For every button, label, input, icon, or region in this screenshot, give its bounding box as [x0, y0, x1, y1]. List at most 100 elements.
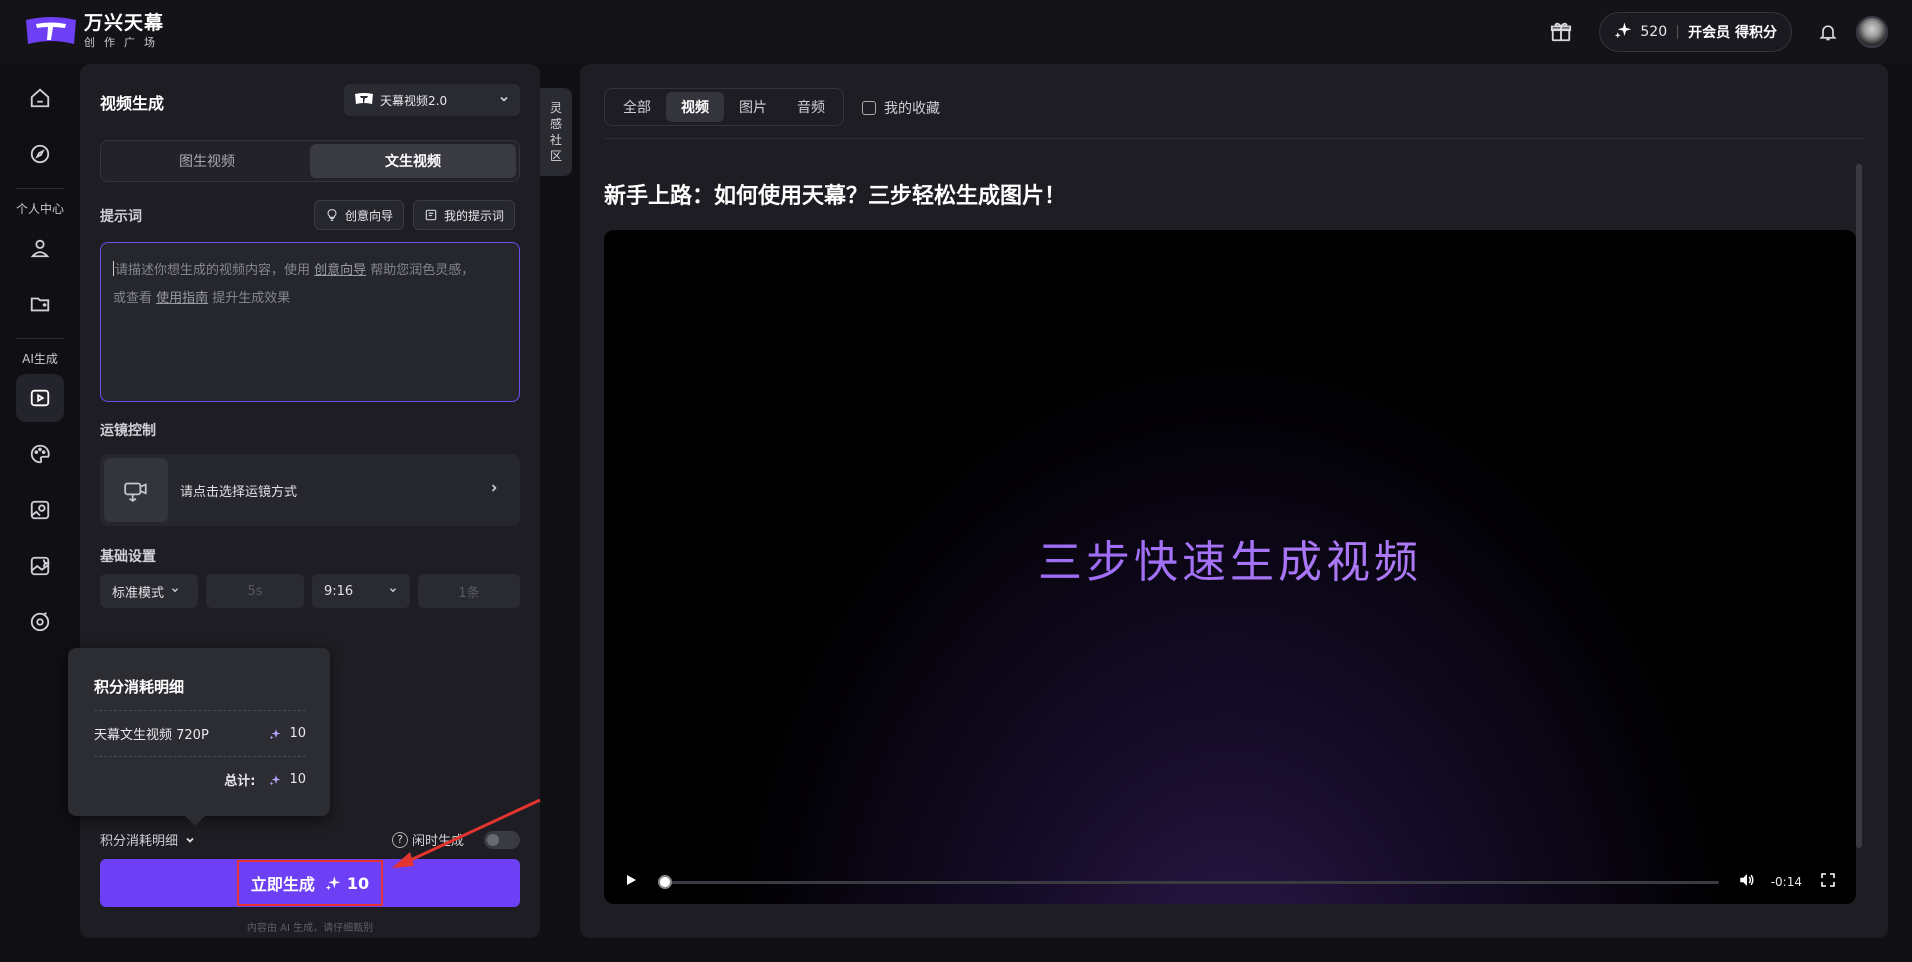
sparkle-icon: [269, 774, 281, 785]
note-icon: [425, 209, 437, 221]
prompt-textarea[interactable]: 请描述你想生成的视频内容，使用 创意向导 帮助您润色灵感， 或查看 使用指南 提…: [100, 242, 520, 402]
bulb-icon: [327, 209, 337, 221]
prompt-placeholder-3: 或查看: [113, 291, 157, 306]
rail-image-gen-icon[interactable]: [16, 542, 64, 590]
chevron-down-icon: [170, 584, 180, 599]
my-prompts-label: 我的提示词: [444, 208, 505, 223]
inspire-char: 区: [549, 149, 562, 163]
help-icon[interactable]: ?: [392, 831, 408, 848]
prompt-placeholder-4: 提升生成效果: [208, 291, 291, 306]
avatar[interactable]: [1856, 16, 1888, 48]
generate-cost: 10: [346, 873, 370, 893]
rail-folder-icon[interactable]: [16, 280, 64, 328]
mode-tabs: 图生视频 文生视频: [100, 140, 520, 182]
left-rail: 个人中心 AI生成: [0, 64, 80, 962]
camera-icon: [104, 458, 168, 522]
tab-image[interactable]: 图片: [724, 92, 782, 122]
cost-tooltip-title: 积分消耗明细: [94, 678, 185, 696]
video-caption: 三步快速生成视频: [604, 526, 1856, 590]
generate-label: 立即生成: [250, 875, 315, 894]
prompt-link-creative-guide[interactable]: 创意向导: [314, 263, 366, 278]
cost-item-value: 10: [289, 726, 306, 741]
tab-text-to-video[interactable]: 文生视频: [310, 144, 516, 178]
rail-user-icon[interactable]: [16, 224, 64, 272]
tab-all[interactable]: 全部: [608, 92, 666, 122]
rail-video-gen-icon[interactable]: [16, 374, 64, 422]
tab-image-to-video[interactable]: 图生视频: [104, 144, 310, 178]
favorites-label: 我的收藏: [884, 101, 940, 117]
rail-palette-icon[interactable]: [16, 430, 64, 478]
ratio-select[interactable]: 9:16: [312, 574, 410, 608]
content-tabs: 全部 视频 图片 音频: [604, 88, 844, 126]
model-logo-icon: [354, 92, 374, 108]
cost-detail-toggle[interactable]: 积分消耗明细: [100, 830, 196, 849]
model-select-value: 天幕视频2.0: [380, 93, 448, 108]
points-pill[interactable]: 520 开会员 得积分: [1599, 12, 1792, 52]
bell-icon[interactable]: [1816, 20, 1840, 44]
rail-image-edit-icon[interactable]: [16, 486, 64, 534]
main-panel: 全部 视频 图片 音频 我的收藏 新手上路：如何使用天幕？三步轻松生成图片！ 三…: [580, 64, 1888, 938]
tab-audio[interactable]: 音频: [782, 92, 840, 122]
rail-section-personal: 个人中心: [15, 202, 64, 216]
video-time: -0:14: [1770, 875, 1802, 889]
chevron-right-icon: [488, 482, 500, 498]
rail-home-icon[interactable]: [16, 74, 64, 122]
idle-generate-toggle[interactable]: [484, 831, 520, 849]
idle-generate-label: 闲时生成: [412, 834, 465, 849]
model-select[interactable]: 天幕视频2.0: [344, 84, 520, 116]
rail-audio-icon[interactable]: [16, 598, 64, 646]
rail-section-ai: AI生成: [22, 352, 58, 366]
generate-button[interactable]: 立即生成 10: [100, 859, 520, 907]
article-title: 新手上路：如何使用天幕？三步轻松生成图片！: [604, 184, 1067, 209]
checkbox-icon: [862, 101, 876, 115]
mode-select-value: 标准模式: [112, 585, 165, 601]
camera-control-selector[interactable]: 请点击选择运镜方式: [100, 454, 520, 526]
video-progress-bar[interactable]: [658, 874, 1719, 889]
inspire-char: 感: [549, 117, 562, 131]
camera-placeholder: 请点击选择运镜方式: [180, 484, 298, 500]
panel-title: 视频生成: [100, 94, 165, 113]
cost-tooltip-total: 总计: 10: [94, 770, 306, 789]
prompt-label: 提示词: [100, 209, 142, 225]
cost-total-label: 总计:: [224, 774, 256, 789]
tab-video[interactable]: 视频: [666, 92, 724, 122]
count-select[interactable]: 1条: [418, 574, 520, 608]
favorites-checkbox[interactable]: 我的收藏: [862, 98, 940, 118]
logo-icon: [24, 14, 78, 48]
scrollbar[interactable]: [1856, 164, 1862, 848]
my-prompts-button[interactable]: 我的提示词: [413, 200, 516, 230]
ai-disclaimer: 内容由 AI 生成，请仔细甄别: [246, 923, 374, 934]
creative-guide-label: 创意向导: [345, 208, 394, 223]
cost-tooltip: 积分消耗明细 天幕文生视频 720P 10 总计: 10: [68, 648, 330, 816]
brand-logo[interactable]: 万兴天幕 创作广场: [24, 14, 164, 48]
vip-link[interactable]: 开会员 得积分: [1688, 22, 1777, 42]
points-value: 520: [1640, 24, 1668, 40]
mode-select[interactable]: 标准模式: [100, 574, 198, 608]
basic-settings-label: 基础设置: [100, 549, 156, 565]
rail-compass-icon[interactable]: [16, 130, 64, 178]
creative-guide-button[interactable]: 创意向导: [314, 200, 405, 230]
video-player[interactable]: 三步快速生成视频 -0:14: [604, 230, 1856, 904]
chevron-down-icon: [498, 93, 510, 108]
inspiration-community-tab[interactable]: 灵 感 社 区: [540, 88, 572, 176]
volume-icon[interactable]: [1737, 871, 1757, 893]
sparkle-icon: [325, 876, 341, 891]
play-icon[interactable]: [624, 873, 638, 891]
progress-thumb[interactable]: [658, 874, 672, 889]
fullscreen-icon[interactable]: [1820, 872, 1836, 892]
chevron-down-icon: [388, 584, 398, 599]
brand-title: 万兴天幕: [84, 12, 165, 34]
cost-total-value: 10: [289, 772, 306, 787]
inspire-char: 社: [549, 133, 562, 147]
sparkle-icon: [269, 728, 281, 739]
top-bar: 万兴天幕 创作广场 520 开会员 得积分: [0, 0, 1912, 64]
cost-tooltip-item: 天幕文生视频 720P 10: [94, 724, 306, 743]
duration-select[interactable]: 5s: [206, 574, 304, 608]
gift-icon[interactable]: [1547, 18, 1575, 46]
sparkle-icon: [1614, 21, 1632, 43]
cost-detail-label: 积分消耗明细: [100, 834, 179, 849]
prompt-link-usage-guide[interactable]: 使用指南: [156, 291, 208, 306]
ratio-select-value: 9:16: [324, 583, 354, 599]
chevron-down-icon: [186, 837, 194, 843]
inspire-char: 灵: [549, 101, 562, 115]
